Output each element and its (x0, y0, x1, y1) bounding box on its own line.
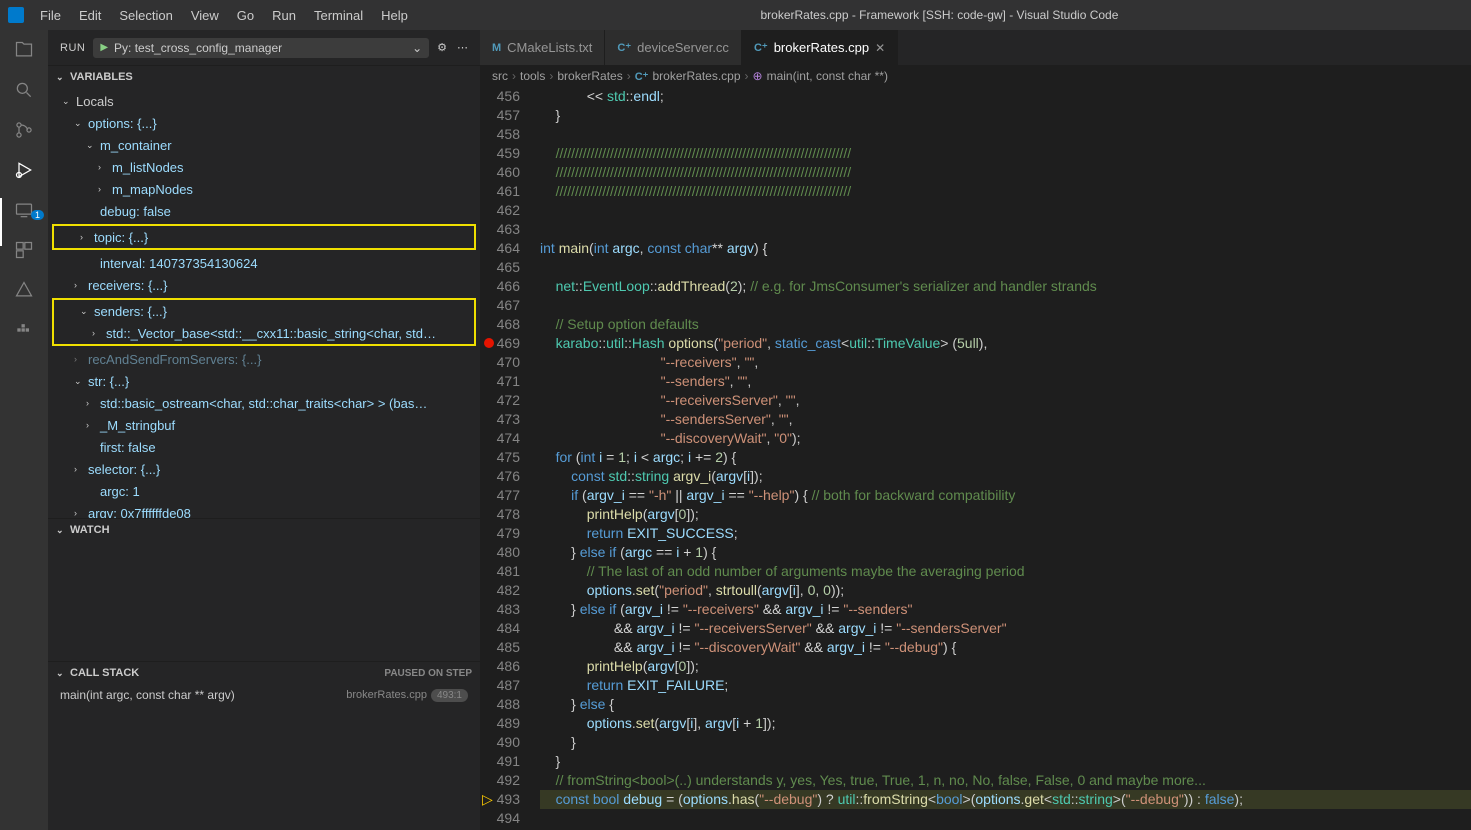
var-options[interactable]: ⌄options: {...} (48, 112, 480, 134)
var-str[interactable]: ⌄str: {...} (48, 370, 480, 392)
run-label: RUN (60, 42, 85, 54)
variables-header[interactable]: ⌄VARIABLES (48, 66, 480, 88)
var-basic-ostream[interactable]: ›std::basic_ostream<char, std::char_trai… (48, 392, 480, 414)
var-selector[interactable]: ›selector: {...} (48, 458, 480, 480)
tab-brokerrates[interactable]: C⁺brokerRates.cpp✕ (742, 30, 898, 65)
menu-file[interactable]: File (32, 4, 69, 27)
sidebar: RUN ▶ Py: test_cross_config_manager ⌄ ⚙ … (48, 30, 480, 830)
menu-edit[interactable]: Edit (71, 4, 109, 27)
more-icon[interactable]: ⋯ (457, 41, 468, 54)
var-argv[interactable]: ›argv: 0x7ffffffde08 (48, 502, 480, 518)
var-senders[interactable]: ⌄senders: {...} (54, 300, 474, 322)
menu-terminal[interactable]: Terminal (306, 4, 371, 27)
var-debug[interactable]: ›debug: false (48, 200, 480, 222)
var-vector-base[interactable]: ›std::_Vector_base<std::__cxx11::basic_s… (54, 322, 474, 344)
variables-tree: ⌄Locals ⌄options: {...} ⌄m_container ›m_… (48, 88, 480, 518)
docker-icon[interactable] (12, 318, 36, 342)
activity-bar: 1 (0, 30, 48, 830)
var-m-listnodes[interactable]: ›m_listNodes (48, 156, 480, 178)
tab-deviceserver[interactable]: C⁺deviceServer.cc (605, 30, 742, 65)
cpp-file-icon: C⁺ (754, 41, 768, 54)
run-header: RUN ▶ Py: test_cross_config_manager ⌄ ⚙ … (48, 30, 480, 65)
play-icon: ▶ (100, 42, 108, 53)
cmake-icon[interactable] (12, 278, 36, 302)
run-config-label: Py: test_cross_config_manager (114, 41, 282, 55)
var-m-mapnodes[interactable]: ›m_mapNodes (48, 178, 480, 200)
menu-view[interactable]: View (183, 4, 227, 27)
paused-label: PAUSED ON STEP (384, 668, 472, 679)
var-topic[interactable]: ›topic: {...} (54, 226, 474, 248)
watch-header[interactable]: ⌄WATCH (48, 519, 480, 541)
editor-tabs: MCMakeLists.txt C⁺deviceServer.cc C⁺brok… (480, 30, 1471, 65)
debug-badge: 1 (31, 210, 44, 220)
cpp-file-icon: C⁺ (635, 70, 649, 83)
window-title: brokerRates.cpp - Framework [SSH: code-g… (416, 8, 1463, 22)
menu-help[interactable]: Help (373, 4, 416, 27)
locals-node[interactable]: ⌄Locals (48, 90, 480, 112)
var-m-stringbuf[interactable]: ›_M_stringbuf (48, 414, 480, 436)
gear-icon[interactable]: ⚙ (437, 41, 447, 54)
var-m-container[interactable]: ⌄m_container (48, 134, 480, 156)
code-editor[interactable]: 4564574584594604614624634644654664674684… (480, 87, 1471, 830)
callstack-item[interactable]: main(int argc, const char ** argv) broke… (48, 684, 480, 706)
menu-selection[interactable]: Selection (111, 4, 180, 27)
menu-run[interactable]: Run (264, 4, 304, 27)
source-control-icon[interactable] (12, 118, 36, 142)
vscode-icon (8, 7, 24, 23)
chevron-down-icon: ⌄ (412, 41, 422, 55)
run-debug-icon[interactable] (12, 158, 36, 182)
menu-go[interactable]: Go (229, 4, 262, 27)
var-first[interactable]: ›first: false (48, 436, 480, 458)
menu-bar: File Edit Selection View Go Run Terminal… (32, 4, 416, 27)
extensions-icon[interactable] (12, 238, 36, 262)
cpp-file-icon: C⁺ (617, 41, 631, 54)
callstack-header[interactable]: ⌄CALL STACKPAUSED ON STEP (48, 662, 480, 684)
function-icon: ⊕ (753, 69, 763, 83)
breadcrumbs[interactable]: src› tools› brokerRates› C⁺ brokerRates.… (480, 65, 1471, 87)
var-receivers[interactable]: ›receivers: {...} (48, 274, 480, 296)
editor-area: MCMakeLists.txt C⁺deviceServer.cc C⁺brok… (480, 30, 1471, 830)
run-config-dropdown[interactable]: ▶ Py: test_cross_config_manager ⌄ (93, 38, 429, 58)
search-icon[interactable] (12, 78, 36, 102)
close-icon[interactable]: ✕ (875, 41, 885, 55)
tab-cmakelists[interactable]: MCMakeLists.txt (480, 30, 605, 65)
explorer-icon[interactable] (12, 38, 36, 62)
titlebar: File Edit Selection View Go Run Terminal… (0, 0, 1471, 30)
cmake-file-icon: M (492, 42, 501, 54)
var-argc[interactable]: ›argc: 1 (48, 480, 480, 502)
var-recandsend[interactable]: ›recAndSendFromServers: {...} (48, 348, 480, 370)
var-interval[interactable]: ›interval: 140737354130624 (48, 252, 480, 274)
